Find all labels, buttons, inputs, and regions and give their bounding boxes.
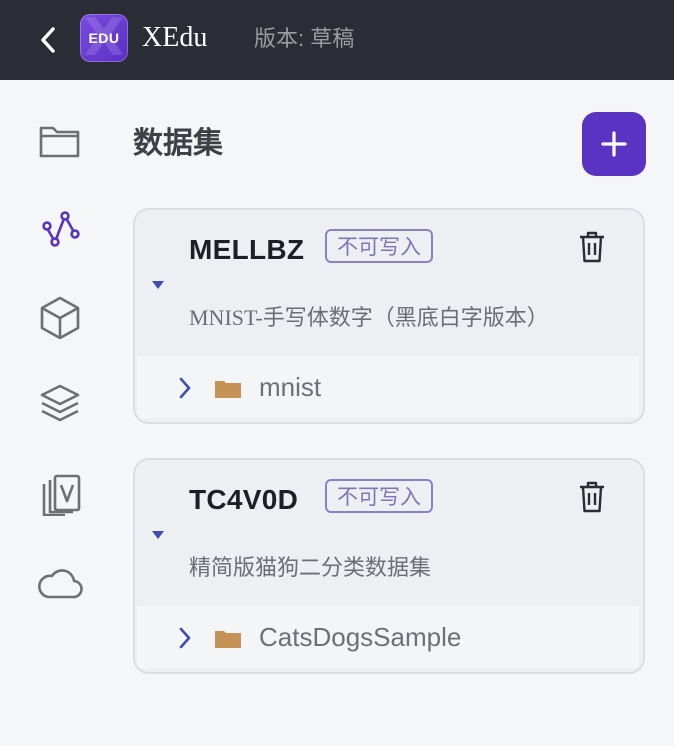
cloud-icon [38, 569, 83, 599]
folder-row[interactable]: mnist [137, 356, 639, 418]
sidebar-item-files[interactable] [34, 114, 86, 166]
trash-icon[interactable] [577, 230, 607, 264]
graph-nodes-icon [42, 211, 80, 247]
sidebar-item-videos[interactable] [34, 468, 86, 520]
dataset-description: MNIST-手写体数字（黑底白字版本） [189, 305, 549, 330]
sidebar-item-layers[interactable] [34, 378, 86, 430]
folder-row[interactable]: CatsDogsSample [137, 606, 639, 668]
chevron-right-icon[interactable] [177, 376, 193, 400]
dataset-name: TC4V0D [189, 484, 299, 515]
sidebar-item-cloud[interactable] [34, 556, 86, 608]
version-label: 版本: 草稿 [254, 26, 355, 51]
sidebar-item-cube[interactable] [34, 292, 86, 344]
dataset-name: MELLBZ [189, 234, 305, 265]
cube-icon [40, 296, 80, 340]
logo-text: EDU [88, 30, 120, 46]
dataset-card: MELLBZ 不可写入 MNIST-手写体数字（黑底白字版本） mnist [133, 208, 645, 424]
folder-icon [215, 381, 241, 398]
folder-name[interactable]: mnist [259, 370, 321, 404]
plus-icon [601, 131, 627, 157]
chevron-right-icon[interactable] [177, 626, 193, 650]
collapse-caret-icon[interactable] [151, 530, 165, 540]
collapse-caret-icon[interactable] [151, 280, 165, 290]
layers-icon [40, 384, 80, 422]
sidebar-item-models[interactable] [34, 202, 86, 254]
folder-icon [39, 126, 80, 158]
folder-name[interactable]: CatsDogsSample [259, 620, 461, 654]
trash-icon[interactable] [577, 480, 607, 514]
top-bar: X EDU XEdu 版本: 草稿 [0, 0, 674, 80]
video-cards-icon [42, 474, 81, 516]
add-dataset-button[interactable] [582, 112, 646, 176]
page-title: 数据集 [133, 127, 223, 160]
back-button[interactable] [30, 22, 66, 58]
app-logo: X EDU [80, 14, 128, 62]
chevron-left-icon [41, 27, 55, 53]
app-name: XEdu [142, 22, 208, 53]
dataset-description: 精简版猫狗二分类数据集 [189, 555, 432, 580]
dataset-card: TC4V0D 不可写入 精简版猫狗二分类数据集 CatsDogsSample [133, 458, 645, 674]
readonly-badge: 不可写入 [325, 479, 433, 513]
readonly-badge: 不可写入 [325, 229, 433, 263]
folder-icon [215, 631, 241, 648]
